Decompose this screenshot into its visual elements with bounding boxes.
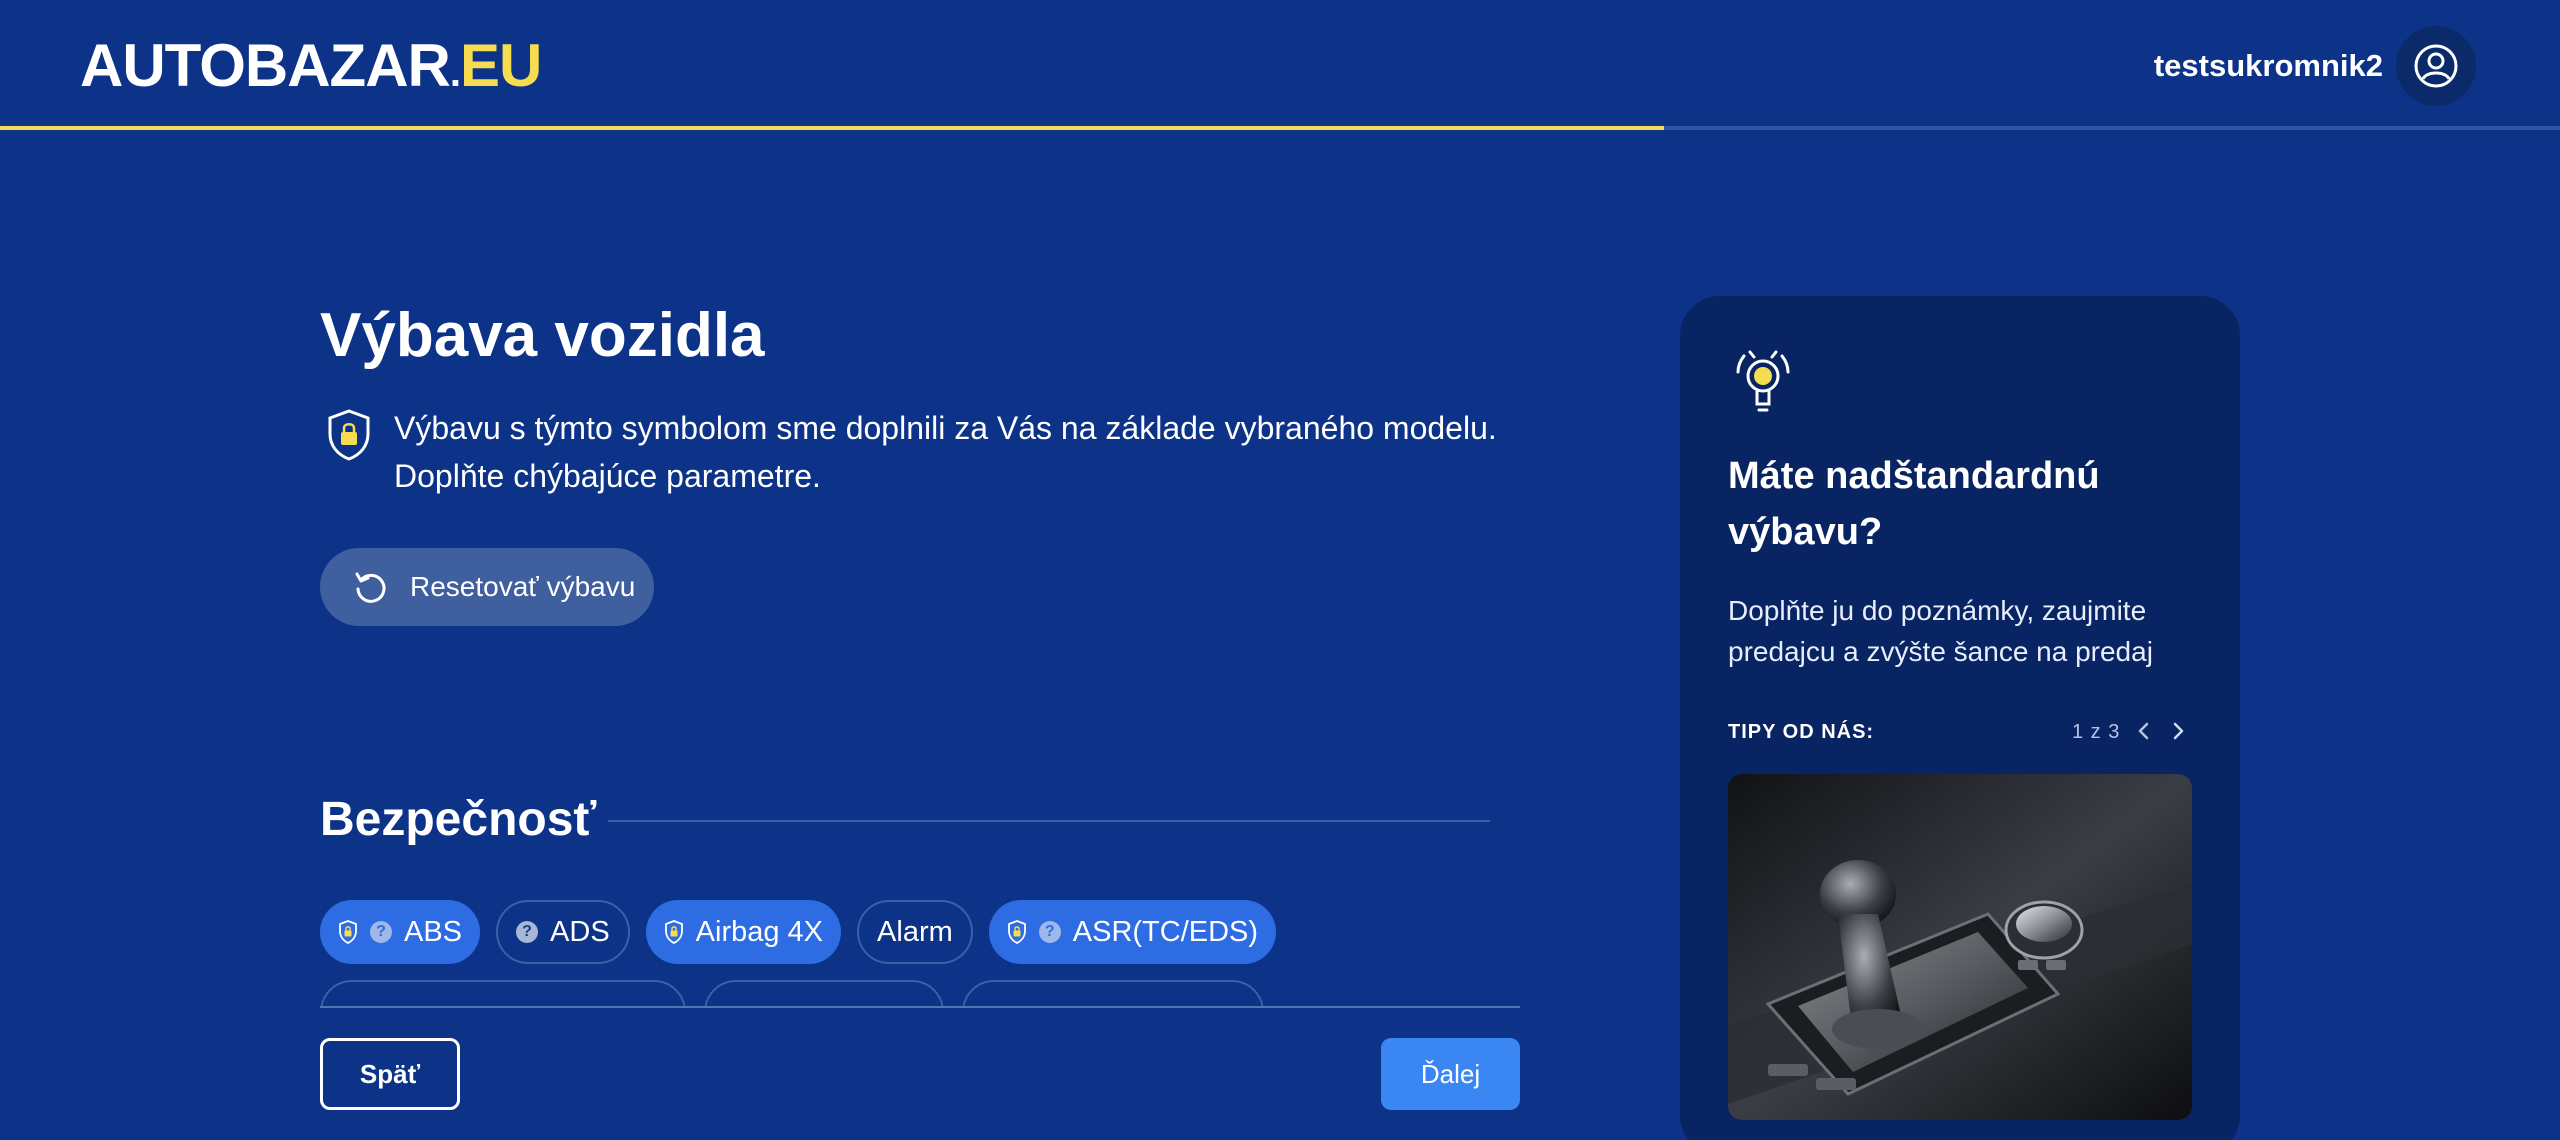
chip-label: ABS (404, 915, 463, 948)
section-title-safety: Bezpečnosť (320, 793, 597, 846)
logo-main-text: AUTOBAZAR (80, 32, 451, 99)
equipment-chip[interactable] (962, 980, 1264, 1006)
progress-fill (0, 126, 1664, 130)
page-title: Výbava vozidla (320, 301, 765, 370)
shield-lock-icon (664, 920, 684, 944)
equipment-chip-list: ? ABS? ADS Airbag 4X Alarm? ASR(TC/EDS) (320, 900, 1277, 964)
equipment-chip[interactable]: ? ADS (496, 900, 630, 964)
autobazar-logo[interactable]: AUTOBAZAR.EU (80, 32, 542, 105)
equipment-note: Výbavu s týmto symbolom sme doplnili za … (394, 404, 1594, 500)
equipment-chip[interactable] (704, 980, 944, 1006)
app-header: AUTOBAZAR.EU testsukromnik2 (0, 0, 2560, 130)
note-line-1: Výbavu s týmto symbolom sme doplnili za … (394, 410, 1497, 446)
help-icon[interactable]: ? (370, 921, 392, 943)
equipment-chip[interactable]: Airbag 4X (645, 900, 842, 964)
chip-label: ADS (550, 915, 610, 948)
tips-card: Máte nadštandardnú výbavu? Doplňte ju do… (1680, 296, 2240, 1140)
shield-lock-icon (328, 409, 370, 461)
tips-counter: 1 z 3 (2072, 721, 2121, 743)
equipment-chip[interactable]: Alarm (857, 900, 973, 964)
lightbulb-icon (1736, 350, 1790, 412)
chip-label: Airbag 4X (695, 915, 824, 948)
username[interactable]: testsukromnik2 (2154, 48, 2383, 84)
note-line-2: Doplňte chýbajúce parametre. (394, 458, 821, 494)
tip-title-line-2: výbavu? (1728, 511, 1883, 553)
equipment-chip-list-next-row (320, 980, 1264, 1006)
tip-description-line-1: Doplňte ju do poznámky, zaujmite (1728, 595, 2147, 626)
section-divider (608, 820, 1490, 822)
help-icon[interactable]: ? (1038, 921, 1061, 943)
user-icon (2414, 44, 2458, 88)
tip-title: Máte nadštandardnú výbavu? (1728, 448, 2198, 560)
chip-label: Alarm (877, 915, 953, 948)
next-button[interactable]: Ďalej (1381, 1038, 1520, 1110)
user-avatar-button[interactable] (2396, 26, 2476, 106)
reset-button-label: Resetovať výbavu (410, 571, 636, 602)
tip-description-line-2: predajcu a zvýšte šance na predaj (1728, 636, 2153, 667)
chevron-right-icon[interactable] (2164, 716, 2192, 746)
equipment-chip[interactable]: ? ABS (320, 900, 481, 964)
help-icon[interactable]: ? (516, 921, 539, 943)
back-button[interactable]: Späť (320, 1038, 460, 1110)
tips-label: TIPY OD NÁS: (1728, 721, 1875, 743)
equipment-chip[interactable] (320, 980, 686, 1006)
logo-eu-text: EU (460, 32, 542, 99)
shield-lock-icon (338, 920, 358, 944)
tip-image-gear-shifter (1728, 774, 2192, 1120)
chevron-left-icon[interactable] (2130, 716, 2158, 746)
tip-description: Doplňte ju do poznámky, zaujmite predajc… (1728, 590, 2208, 672)
footer-divider (320, 1006, 1520, 1008)
reset-icon (355, 572, 386, 603)
reset-equipment-button[interactable]: Resetovať výbavu (320, 548, 654, 626)
progress-bar (0, 126, 2560, 130)
tip-title-line-1: Máte nadštandardnú (1728, 455, 2100, 497)
shield-lock-icon (1007, 920, 1027, 944)
equipment-chip[interactable]: ? ASR(TC/EDS) (988, 900, 1277, 964)
chip-label: ASR(TC/EDS) (1072, 915, 1259, 948)
logo-dot: . (449, 51, 461, 95)
